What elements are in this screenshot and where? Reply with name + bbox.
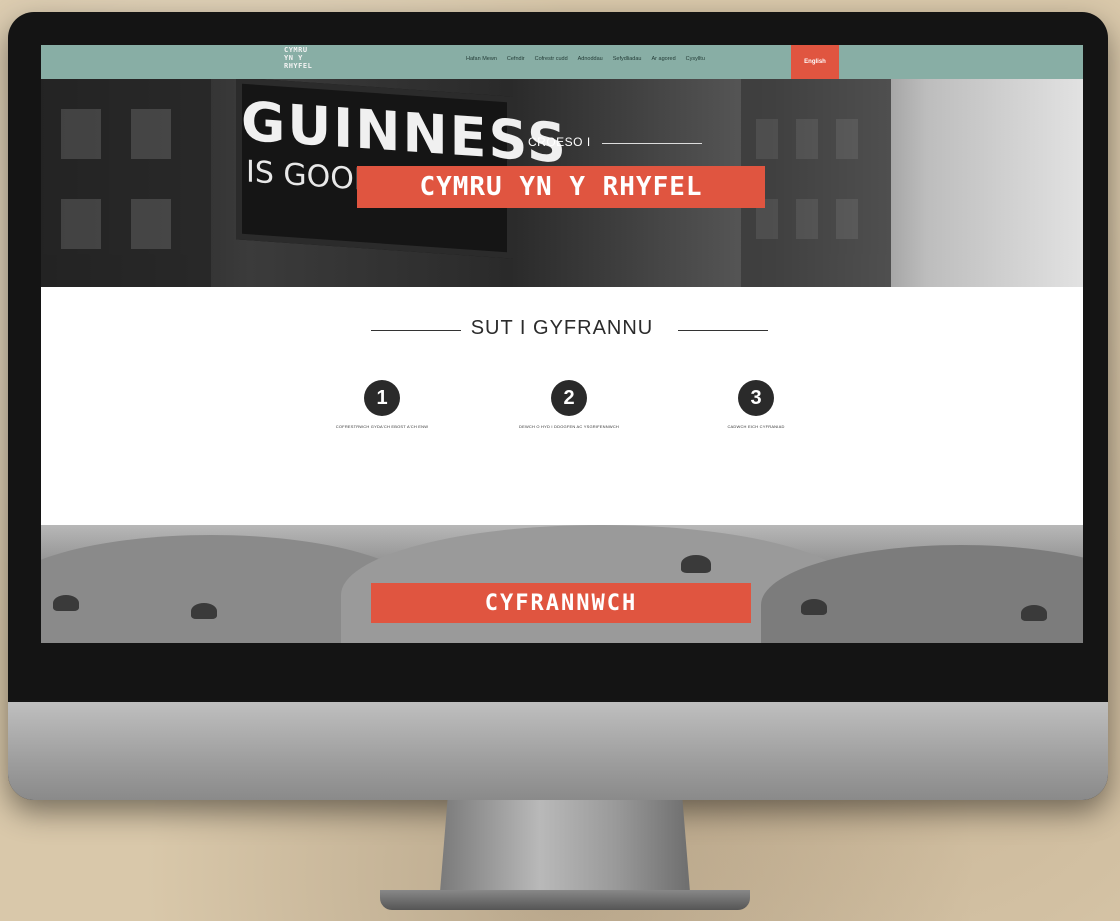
monitor-frame: CYMRU YN Y RHYFEL Hafan Mewn Cefndir Cof…	[8, 12, 1108, 800]
hero-title: CYMRU YN Y RHYFEL	[357, 166, 765, 208]
section-title: SUT I GYFRANNU	[470, 317, 654, 339]
nav-item-5[interactable]: Sefydliadau	[613, 56, 642, 62]
nav-item-3[interactable]: Cofrestr cudd	[535, 56, 568, 62]
hero-pretitle-divider	[602, 143, 702, 144]
soldier-helmet	[191, 603, 217, 619]
window	[61, 109, 101, 159]
window	[796, 199, 818, 239]
contribute-button[interactable]: CYFRANNWCH	[371, 583, 751, 623]
soldier-helmet	[1021, 605, 1047, 621]
window	[796, 119, 818, 159]
step-number-badge: 3	[738, 380, 774, 416]
logo-line-1: CYMRU	[284, 46, 308, 54]
section-title-divider-right	[678, 330, 768, 331]
monitor-stand-base	[380, 890, 750, 910]
nav-item-4[interactable]: Adnoddau	[578, 56, 603, 62]
hero-pretitle: CROESO I	[528, 135, 591, 149]
logo-line-2: YN Y	[284, 54, 303, 62]
soldier-helmet	[681, 555, 711, 573]
nav-item-2[interactable]: Cefndir	[507, 56, 525, 62]
step-number-badge: 1	[364, 380, 400, 416]
window	[836, 119, 858, 159]
soldier-helmet	[801, 599, 827, 615]
soldier-helmet	[53, 595, 79, 611]
window	[131, 199, 171, 249]
window	[61, 199, 101, 249]
step-number-badge: 2	[551, 380, 587, 416]
nav-item-7[interactable]: Cysylltu	[686, 56, 705, 62]
nav-item-6[interactable]: Ar agored	[651, 56, 675, 62]
website-screen: CYMRU YN Y RHYFEL Hafan Mewn Cefndir Cof…	[41, 45, 1083, 643]
step-1: 1 COFRESTRWCH GYDA'CH EBOST A'CH ENW	[297, 380, 467, 430]
step-description: CADWCH EICH CYFRANIAD	[727, 424, 785, 429]
hero-section: GUINNESS IS GOOD CROESO I CYMRU YN Y RHY…	[41, 79, 1083, 287]
step-2: 2 DEWCH O HYD I DDOGFEN AC YSGRIFENNWCH	[484, 380, 654, 430]
window	[131, 109, 171, 159]
window	[836, 199, 858, 239]
language-button[interactable]: English	[791, 45, 839, 79]
hero-building-left	[41, 79, 211, 287]
step-3: 3 CADWCH EICH CYFRANIAD	[671, 380, 841, 430]
nav-item-1[interactable]: Hafan Mewn	[466, 56, 497, 62]
nav-menu: Hafan Mewn Cefndir Cofrestr cudd Adnodda…	[466, 56, 705, 62]
window	[756, 119, 778, 159]
monitor-chin	[8, 702, 1108, 800]
contribute-banner: CYFRANNWCH	[41, 525, 1083, 643]
monitor-stand	[440, 800, 690, 892]
how-to-contribute-section: SUT I GYFRANNU 1 COFRESTRWCH GYDA'CH EBO…	[41, 287, 1083, 525]
step-description: COFRESTRWCH GYDA'CH EBOST A'CH ENW	[335, 424, 429, 429]
logo-line-3: RHYFEL	[284, 62, 313, 70]
top-navigation-bar: CYMRU YN Y RHYFEL Hafan Mewn Cefndir Cof…	[41, 45, 1083, 79]
site-logo[interactable]: CYMRU YN Y RHYFEL	[284, 46, 324, 70]
step-description: DEWCH O HYD I DDOGFEN AC YSGRIFENNWCH	[519, 424, 619, 429]
